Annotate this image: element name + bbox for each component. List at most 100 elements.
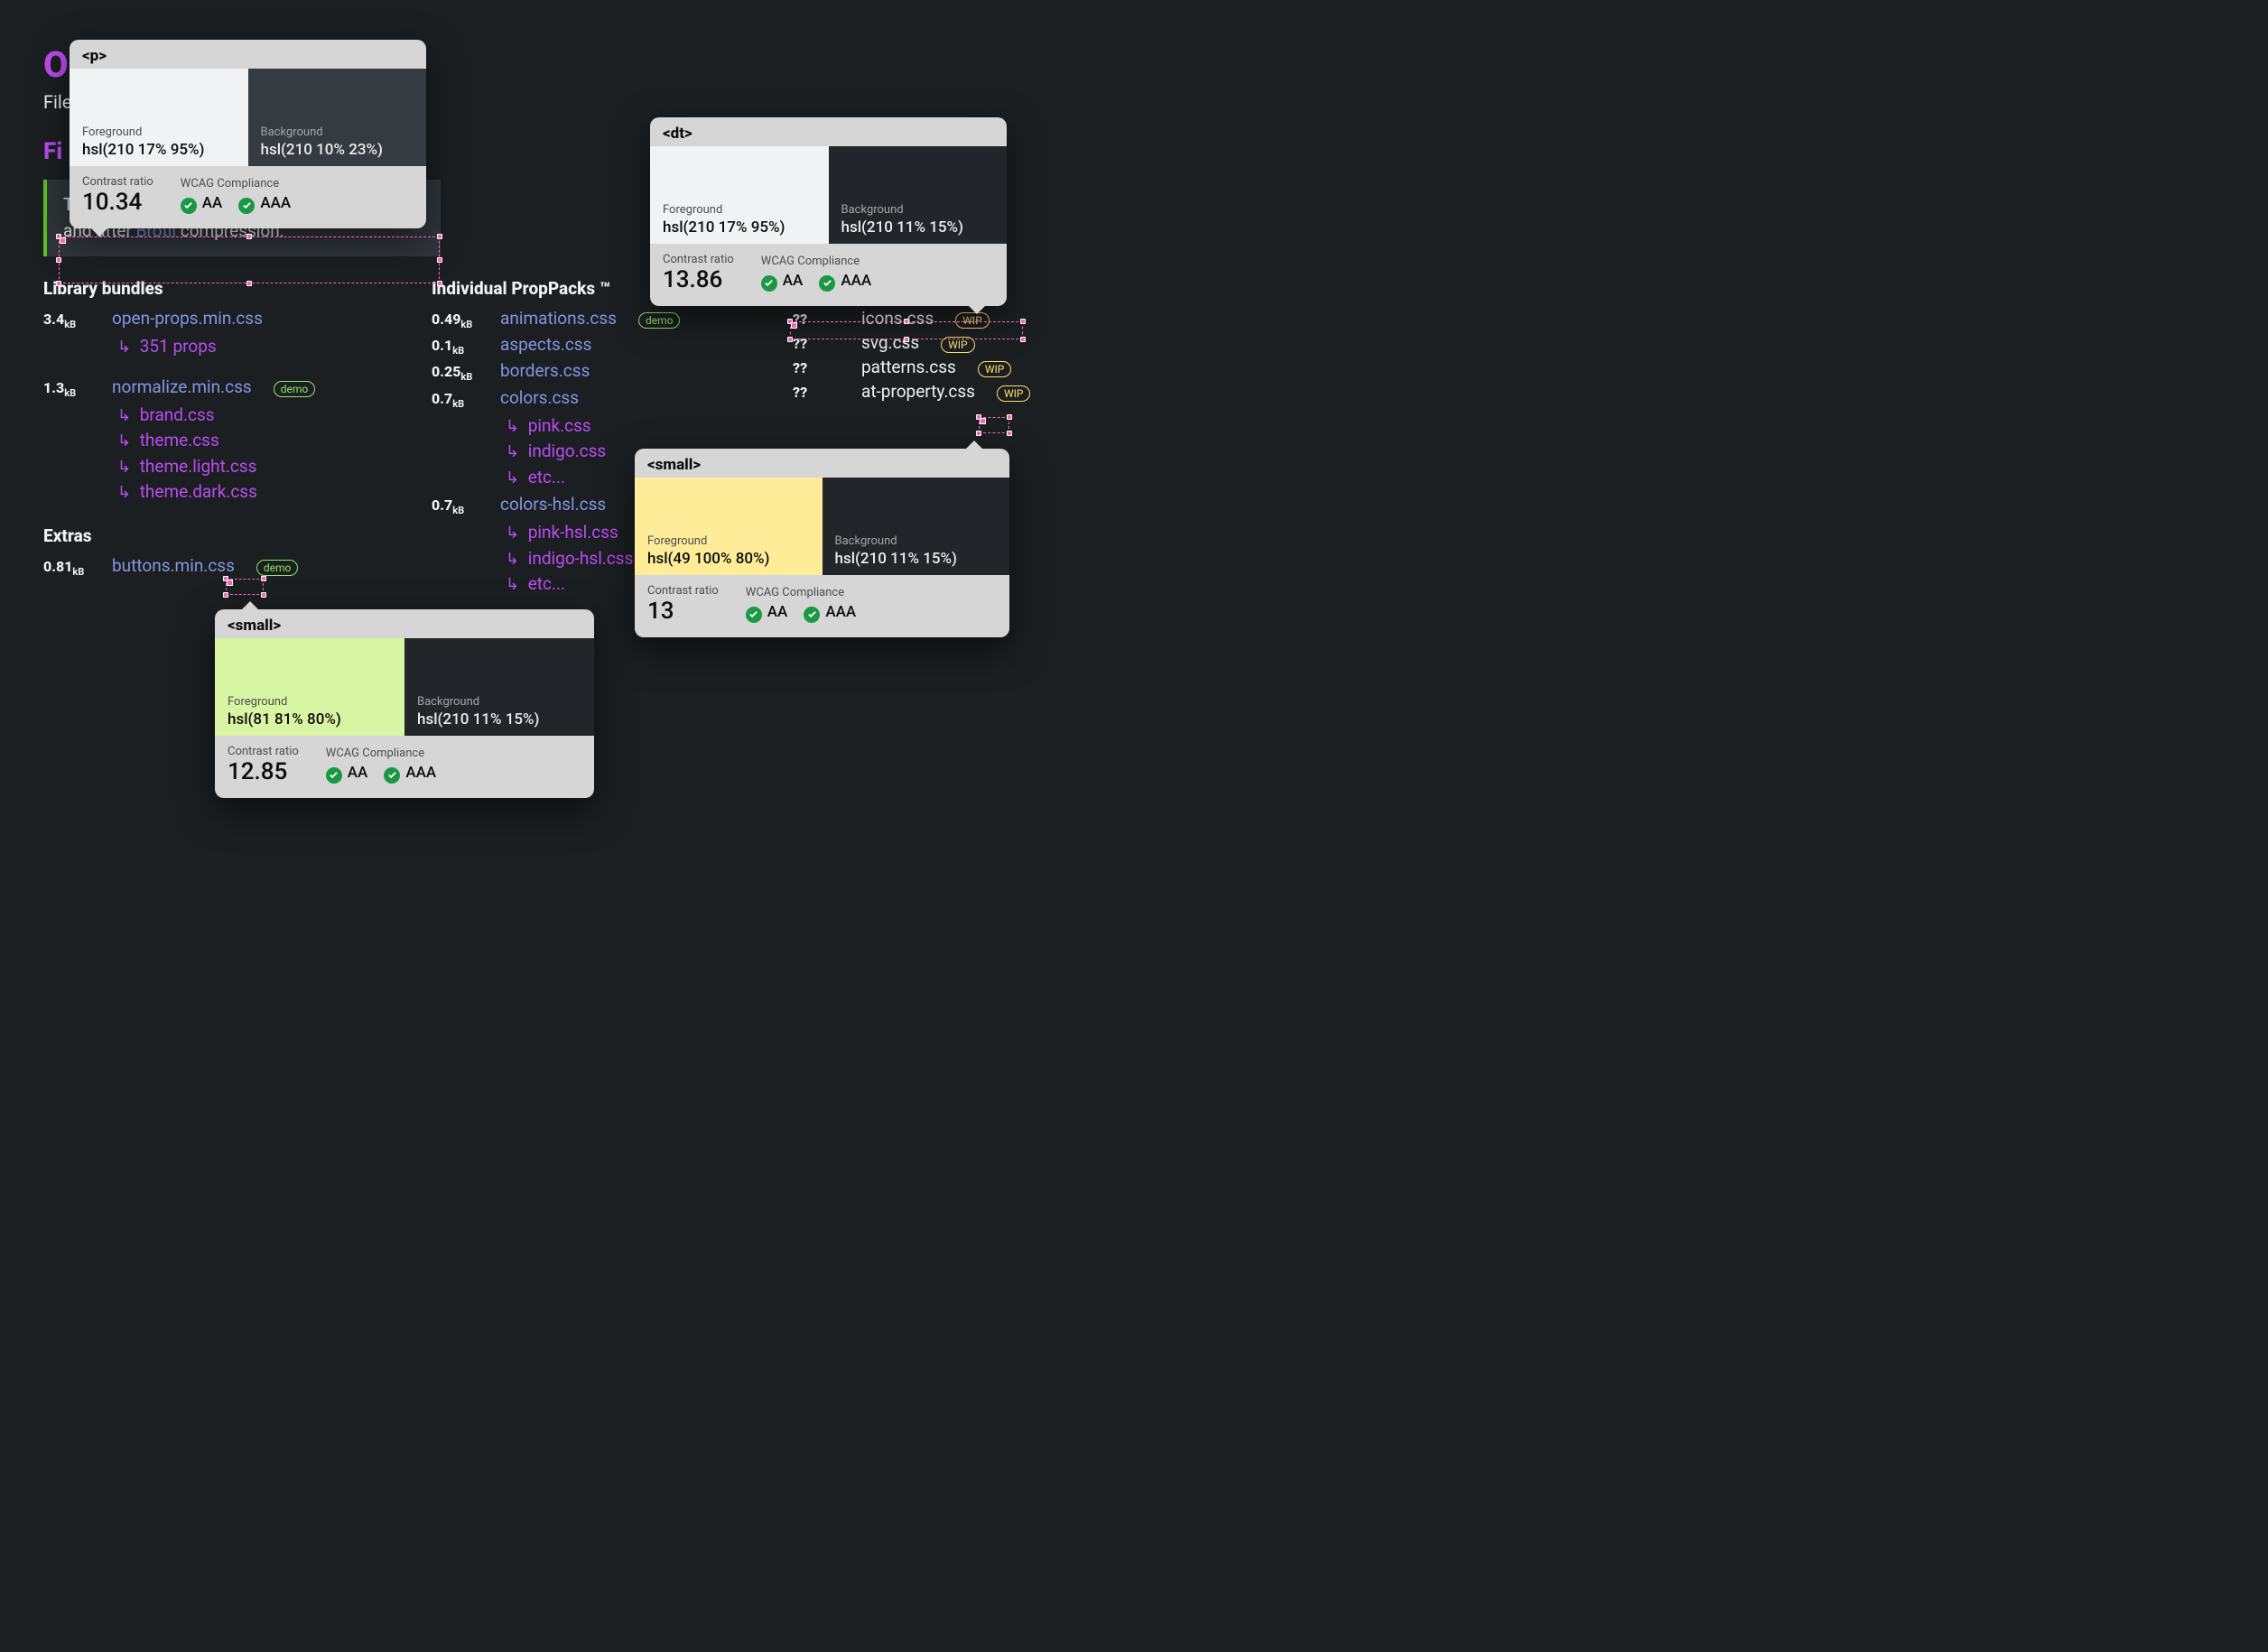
ratio-label: Contrast ratio bbox=[663, 253, 734, 266]
ratio-value: 13 bbox=[647, 598, 674, 625]
wip-badge: WIP bbox=[997, 385, 1030, 402]
file-link[interactable]: aspects.css bbox=[500, 334, 591, 355]
wip-badge: WIP bbox=[941, 337, 974, 353]
file-sub[interactable]: ↳ theme.css bbox=[117, 428, 395, 454]
arrow-icon: ↳ bbox=[117, 335, 135, 359]
check-icon bbox=[761, 275, 777, 292]
wcag-aa: AA bbox=[761, 272, 804, 292]
arrow-icon: ↳ bbox=[506, 466, 524, 490]
file-size: 1.3kB bbox=[43, 379, 94, 399]
file-link[interactable]: svg.css bbox=[861, 332, 919, 353]
demo-badge[interactable]: demo bbox=[274, 381, 316, 397]
file-link[interactable]: normalize.min.css bbox=[112, 376, 252, 397]
arrow-icon: ↳ bbox=[117, 429, 135, 453]
check-icon bbox=[746, 607, 762, 623]
contrast-tooltip-p: <p> Foreground hsl(210 17% 95%) Backgrou… bbox=[70, 40, 426, 228]
foreground-swatch: Foreground hsl(49 100% 80%) bbox=[635, 478, 823, 575]
file-entry: 0.81kB buttons.min.css demo bbox=[43, 555, 395, 578]
check-icon bbox=[326, 767, 342, 784]
file-entry: ?? at-property.css WIP bbox=[793, 381, 1046, 402]
wip-badge: WIP bbox=[955, 312, 989, 329]
arrow-icon: ↳ bbox=[506, 414, 524, 439]
swatch-label: Background bbox=[417, 695, 581, 709]
contrast-tooltip-dt: <dt> Foreground hsl(210 17% 95%) Backgro… bbox=[650, 117, 1007, 306]
background-swatch: Background hsl(210 11% 15%) bbox=[823, 478, 1010, 575]
file-size: ?? bbox=[793, 359, 843, 376]
foreground-swatch: Foreground hsl(210 17% 95%) bbox=[650, 146, 829, 244]
arrow-icon: ↳ bbox=[506, 572, 524, 597]
file-link[interactable]: borders.css bbox=[500, 360, 590, 381]
file-size: ?? bbox=[793, 311, 843, 328]
file-sub[interactable]: ↳ pink.css bbox=[506, 413, 757, 440]
file-entry: 0.1kB aspects.css bbox=[432, 334, 757, 357]
swatch-value: hsl(49 100% 80%) bbox=[647, 550, 810, 568]
arrow-icon: ↳ bbox=[506, 440, 524, 464]
demo-badge[interactable]: demo bbox=[638, 312, 681, 329]
tooltip-tag: <small> bbox=[635, 449, 1009, 478]
swatch-label: Background bbox=[841, 203, 995, 217]
file-size: 0.49kB bbox=[432, 311, 482, 330]
swatch-label: Foreground bbox=[647, 534, 810, 548]
foreground-swatch: Foreground hsl(81 81% 80%) bbox=[215, 638, 404, 736]
arrow-icon: ↳ bbox=[117, 404, 135, 428]
check-icon bbox=[238, 198, 255, 214]
file-size: 0.7kB bbox=[432, 497, 482, 516]
wcag-aa: AA bbox=[746, 603, 788, 623]
file-entry: ?? patterns.css WIP bbox=[793, 357, 1046, 377]
file-entry: 3.4kB open-props.min.css bbox=[43, 308, 395, 330]
file-size: 0.1kB bbox=[432, 337, 482, 357]
background-swatch: Background hsl(210 11% 15%) bbox=[829, 146, 1008, 244]
file-sub[interactable]: ↳ theme.dark.css bbox=[117, 479, 395, 506]
file-link[interactable]: at-property.css bbox=[861, 381, 975, 402]
swatch-label: Background bbox=[261, 125, 414, 139]
ratio-label: Contrast ratio bbox=[228, 745, 299, 758]
file-size: ?? bbox=[793, 335, 843, 352]
swatch-value: hsl(81 81% 80%) bbox=[228, 710, 392, 729]
swatch-label: Foreground bbox=[228, 695, 392, 709]
wcag-aaa: AAA bbox=[819, 272, 871, 292]
file-entry: ?? svg.css WIP bbox=[793, 332, 1046, 353]
wcag-aa: AA bbox=[326, 764, 368, 784]
swatch-value: hsl(210 11% 15%) bbox=[417, 710, 581, 729]
file-link[interactable]: colors.css bbox=[500, 387, 579, 408]
wcag-label: WCAG Compliance bbox=[761, 255, 871, 268]
file-entry: 0.7kB colors.css bbox=[432, 387, 757, 410]
demo-badge[interactable]: demo bbox=[256, 560, 299, 576]
wcag-aaa: AAA bbox=[238, 194, 291, 214]
file-entry: 0.25kB borders.css bbox=[432, 360, 757, 383]
tooltip-tag: <small> bbox=[215, 609, 594, 638]
file-link[interactable]: colors-hsl.css bbox=[500, 494, 606, 515]
swatch-value: hsl(210 17% 95%) bbox=[663, 218, 816, 237]
wip-badge: WIP bbox=[978, 361, 1011, 377]
file-sub[interactable]: ↳ brand.css bbox=[117, 403, 395, 429]
file-link[interactable]: animations.css bbox=[500, 308, 617, 329]
swatch-value: hsl(210 17% 95%) bbox=[82, 141, 236, 159]
file-sub[interactable]: ↳ theme.light.css bbox=[117, 454, 395, 480]
file-size: 0.25kB bbox=[432, 363, 482, 383]
tooltip-tag: <dt> bbox=[650, 117, 1007, 146]
swatch-value: hsl(210 11% 15%) bbox=[835, 550, 998, 568]
ratio-value: 13.86 bbox=[663, 266, 722, 293]
file-link[interactable]: buttons.min.css bbox=[112, 555, 235, 576]
file-size: 0.81kB bbox=[43, 558, 94, 578]
arrow-icon: ↳ bbox=[117, 455, 135, 479]
file-link[interactable]: open-props.min.css bbox=[112, 308, 263, 329]
wcag-aaa: AAA bbox=[804, 603, 856, 623]
file-link[interactable]: patterns.css bbox=[861, 357, 956, 377]
file-link[interactable]: icons.css bbox=[861, 308, 934, 329]
contrast-tooltip-small-yellow: <small> Foreground hsl(49 100% 80%) Back… bbox=[635, 449, 1009, 637]
swatch-value: hsl(210 10% 23%) bbox=[261, 141, 414, 159]
arrow-icon: ↳ bbox=[506, 547, 524, 571]
check-icon bbox=[804, 607, 820, 623]
file-entry: 1.3kB normalize.min.css demo bbox=[43, 376, 395, 399]
background-swatch: Background hsl(210 10% 23%) bbox=[248, 69, 427, 166]
file-entry: 0.49kB animations.css demo bbox=[432, 308, 757, 330]
check-icon bbox=[819, 275, 835, 292]
arrow-icon: ↳ bbox=[117, 480, 135, 505]
swatch-label: Foreground bbox=[663, 203, 816, 217]
contrast-tooltip-small-green: <small> Foreground hsl(81 81% 80%) Backg… bbox=[215, 609, 594, 798]
wcag-label: WCAG Compliance bbox=[326, 747, 436, 760]
wcag-aa: AA bbox=[181, 194, 223, 214]
ratio-label: Contrast ratio bbox=[647, 584, 719, 598]
ratio-value: 10.34 bbox=[82, 189, 142, 216]
